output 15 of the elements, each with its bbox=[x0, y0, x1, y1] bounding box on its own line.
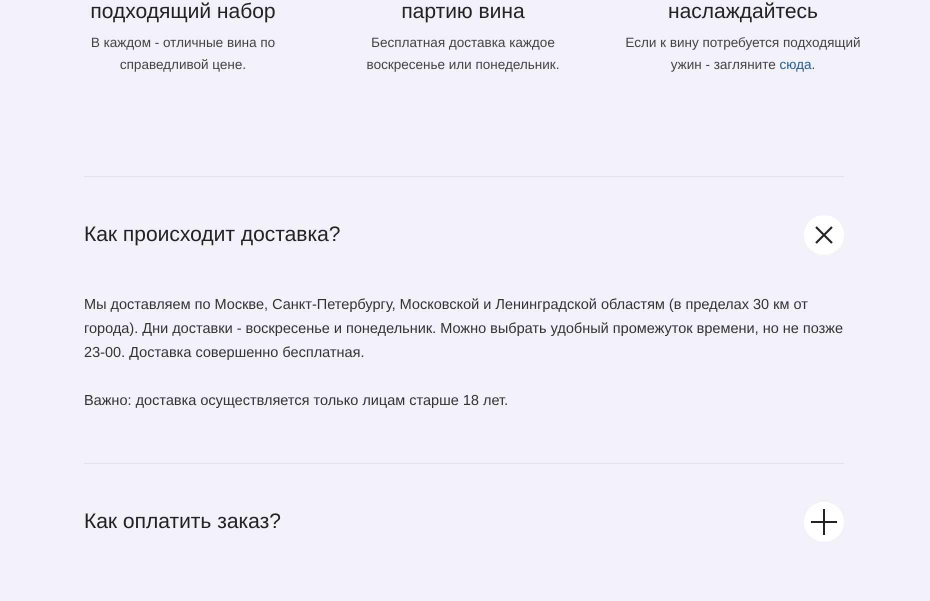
step-title: партию вина bbox=[401, 0, 525, 24]
step-description: В каждом - отличные вина по справедливой цене. bbox=[90, 34, 276, 74]
link[interactable]: сюда bbox=[780, 57, 812, 72]
faq-toggle-button[interactable] bbox=[804, 215, 844, 255]
step-description: Бесплатная доставка каждое воскресенье или понедельник. bbox=[366, 34, 560, 74]
faq-answer-text: Мы доставляем по Москве, Санкт-Петербургу, Московской и Ленинградской областям (в пределах 30 км от города). Дни доставки - воскресенье и понедельник. Можно выбрать удобный промежуток времени, но не позже 23-00. Доставка совершенно бесплатная. bbox=[84, 296, 844, 363]
faq-toggle-button[interactable] bbox=[804, 502, 844, 542]
faq-answer-text: Важно: доставка осуществляется только лицам старше 18 лет. bbox=[84, 392, 510, 411]
step-title: подходящий набор bbox=[90, 0, 276, 24]
plus-icon bbox=[811, 509, 837, 535]
step-description: Если к вину потребуется подходящий ужин - загляните сюда. bbox=[624, 34, 862, 74]
faq-question[interactable]: Как оплатить заказ? bbox=[84, 510, 281, 534]
faq-question[interactable]: Как происходит доставка? bbox=[84, 223, 340, 247]
close-icon bbox=[814, 225, 834, 245]
step-title: наслаждайтесь bbox=[668, 0, 818, 24]
